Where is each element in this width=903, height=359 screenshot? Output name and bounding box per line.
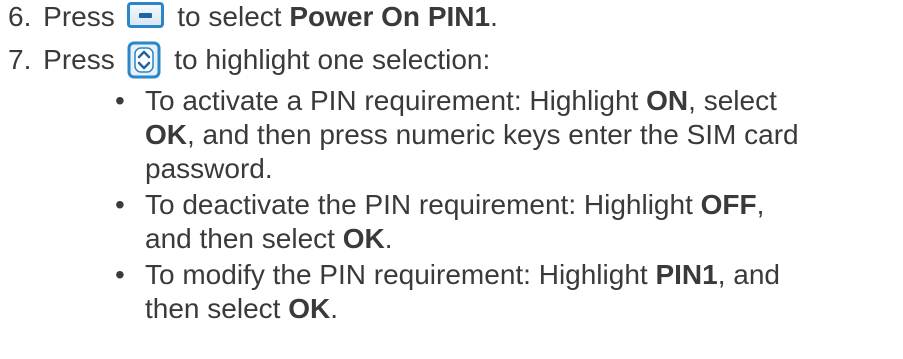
left-softkey-icon: [126, 2, 164, 28]
step-text-after: to highlight one selection:: [174, 44, 491, 75]
option-off: OFF: [700, 189, 757, 220]
step-text-before: Press: [43, 1, 115, 32]
item-text: .: [384, 223, 393, 254]
option-ok: OK: [288, 293, 331, 324]
option-ok: OK: [342, 223, 385, 254]
item-text: , and then press numeric keys enter the …: [187, 119, 799, 150]
bullet: •: [115, 189, 125, 220]
bullet: •: [115, 259, 125, 290]
item-text: .: [330, 293, 338, 324]
list-item-deactivate: • To deactivate the PIN requirement: Hig…: [115, 188, 885, 256]
step-number: 6.: [8, 1, 32, 32]
option-pin1: PIN1: [655, 259, 718, 290]
list-item-activate: • To activate a PIN requirement: Highlig…: [115, 84, 885, 186]
selection-list: • To activate a PIN requirement: Highlig…: [115, 84, 885, 328]
step-6: 6. Press to select Power On PIN1.: [8, 0, 498, 34]
bullet: •: [115, 85, 125, 116]
step-text-end: .: [490, 1, 498, 32]
item-text: password.: [145, 153, 273, 184]
step-7: 7. Press to highlight one selection:: [8, 41, 490, 79]
step-text-after: to select: [177, 1, 282, 32]
option-ok: OK: [145, 119, 187, 150]
item-text: then select: [145, 293, 281, 324]
step-text-before: Press: [43, 44, 115, 75]
list-item-modify: • To modify the PIN requirement: Highlig…: [115, 258, 885, 326]
item-text: To deactivate the PIN requirement: Highl…: [145, 189, 693, 220]
item-text: and then select: [145, 223, 335, 254]
item-text: To modify the PIN requirement: Highlight: [145, 259, 648, 290]
item-text: To activate a PIN requirement: Highlight: [145, 85, 639, 116]
navigation-key-icon: [127, 41, 160, 79]
item-text: ,: [756, 189, 765, 220]
option-on: ON: [646, 85, 689, 116]
menu-option-name: Power On PIN1: [289, 1, 491, 32]
item-text: , select: [688, 85, 777, 116]
step-number: 7.: [8, 44, 32, 75]
item-text: , and: [717, 259, 780, 290]
instruction-page: 6. Press to select Power On PIN1. 7. Pre…: [0, 0, 903, 359]
